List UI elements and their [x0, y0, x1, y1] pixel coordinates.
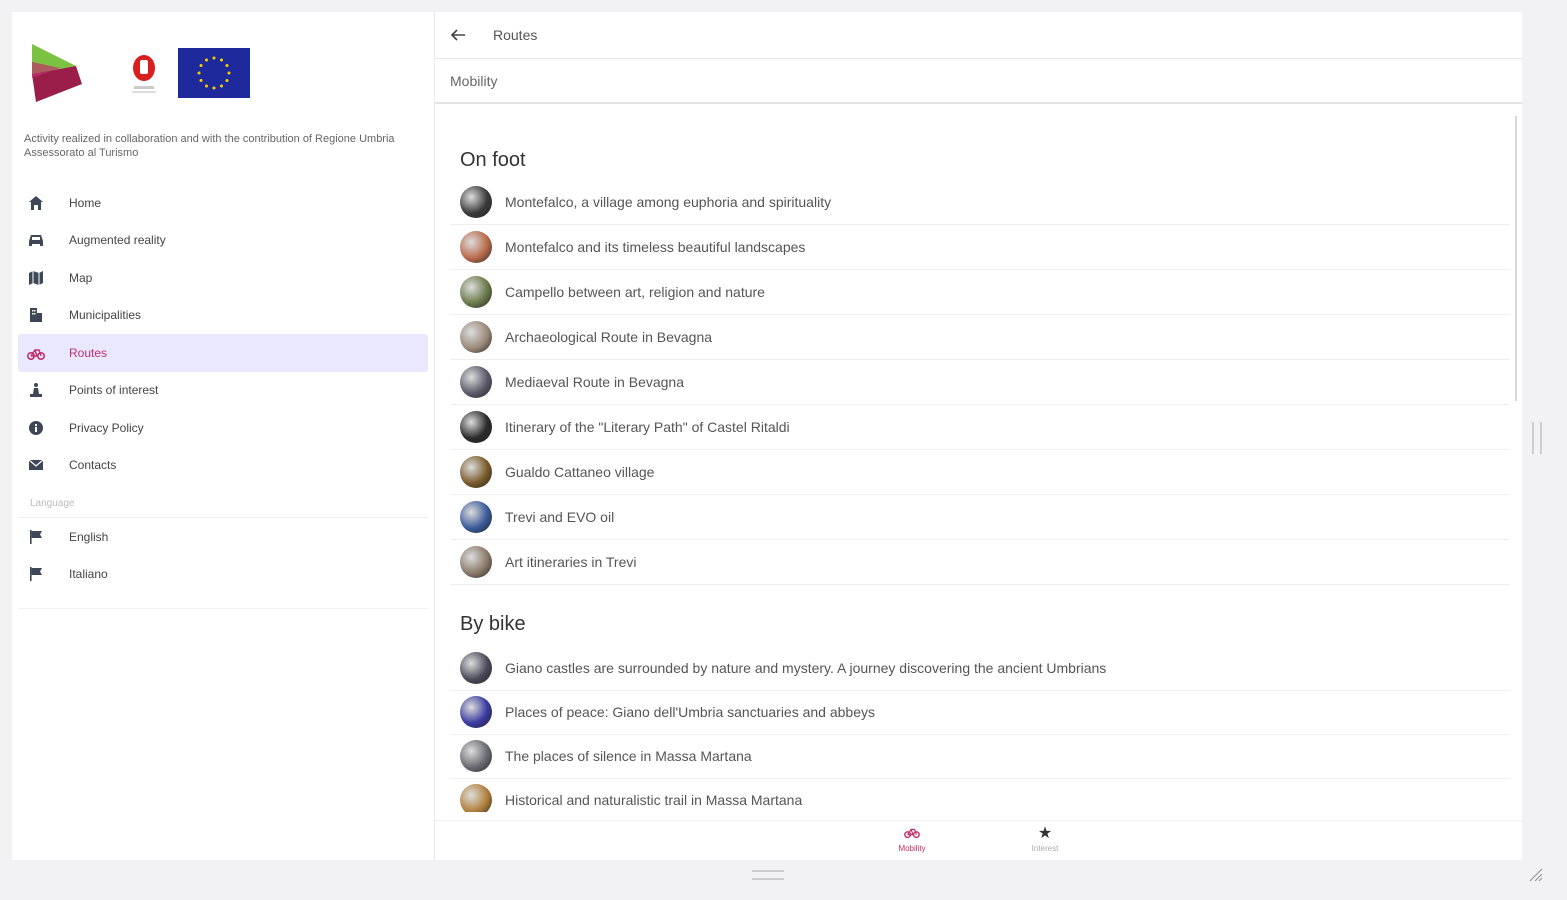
route-thumbnail	[460, 366, 492, 398]
sidebar-nav: Home Augmented reality Map Municipalitie…	[18, 184, 428, 484]
language-section-header: Language	[30, 498, 75, 509]
route-thumbnail	[460, 546, 492, 578]
route-thumbnail	[460, 784, 492, 812]
route-title: Places of peace: Giano dell'Umbria sanct…	[505, 704, 875, 720]
route-thumbnail	[460, 276, 492, 308]
sidebar-item-augmented-reality[interactable]: Augmented reality	[18, 222, 428, 260]
route-title: The places of silence in Massa Martana	[505, 748, 752, 764]
sidebar-item-municipalities[interactable]: Municipalities	[18, 297, 428, 335]
credit-text: Activity realized in collaboration and w…	[24, 133, 395, 159]
route-list-item[interactable]: Historical and naturalistic trail in Mas…	[450, 778, 1510, 812]
route-title: Gualdo Cattaneo village	[505, 464, 655, 480]
category-header: Mobility	[435, 59, 1522, 104]
bottom-tab-label: Interest	[1031, 844, 1059, 853]
sidebar-item-home[interactable]: Home	[18, 184, 428, 222]
route-thumbnail	[460, 321, 492, 353]
sidebar-item-points-of-interest[interactable]: Points of interest	[18, 372, 428, 410]
route-thumbnail	[460, 652, 492, 684]
back-arrow-icon[interactable]	[449, 26, 467, 44]
route-title: Montefalco and its timeless beautiful la…	[505, 239, 806, 255]
sidebar-item-label: Map	[69, 270, 93, 285]
sidebar-item-label: Routes	[69, 345, 108, 360]
route-thumbnail	[460, 411, 492, 443]
section-title-by-bike: By bike	[460, 613, 526, 635]
route-list-item[interactable]: Montefalco, a village among euphoria and…	[450, 180, 1510, 225]
bike-icon	[882, 825, 942, 843]
sidebar: Activity realized in collaboration and w…	[12, 12, 435, 860]
language-italiano[interactable]: Italiano	[18, 556, 428, 594]
route-title: Art itineraries in Trevi	[505, 554, 637, 570]
route-thumbnail	[460, 186, 492, 218]
route-list-item[interactable]: Gualdo Cattaneo village	[450, 450, 1510, 495]
app-bar: Routes	[435, 12, 1522, 59]
monument-icon	[26, 380, 46, 400]
sidebar-item-label: Contacts	[69, 458, 117, 473]
sidebar-item-label: Municipalities	[69, 308, 142, 323]
route-title: Montefalco, a village among euphoria and…	[505, 194, 832, 210]
sidebar-item-routes[interactable]: Routes	[18, 334, 428, 372]
sidebar-item-label: Augmented reality	[69, 233, 166, 248]
sidebar-item-contacts[interactable]: Contacts	[18, 447, 428, 485]
resize-grip-icon[interactable]	[1527, 866, 1543, 882]
route-title: Mediaeval Route in Bevagna	[505, 374, 685, 390]
section-title-on-foot: On foot	[460, 149, 526, 171]
route-list-item[interactable]: Art itineraries in Trevi	[450, 540, 1510, 585]
route-list-item[interactable]: Archaeological Route in Bevagna	[450, 315, 1510, 360]
route-list-item[interactable]: Trevi and EVO oil	[450, 495, 1510, 540]
route-thumbnail	[460, 501, 492, 533]
sidebar-item-privacy-policy[interactable]: Privacy Policy	[18, 409, 428, 447]
mail-icon	[26, 455, 46, 475]
bottom-navigation: Mobility ★ Interest	[435, 820, 1522, 861]
route-title: Giano castles are surrounded by nature a…	[505, 660, 1107, 676]
home-icon	[26, 193, 46, 213]
building-icon	[26, 305, 46, 325]
scrollbar[interactable]	[1515, 116, 1517, 401]
map-icon	[26, 268, 46, 288]
language-list: English Italiano	[18, 518, 428, 593]
route-thumbnail	[460, 696, 492, 728]
bottom-tab-interest[interactable]: ★ Interest	[1015, 825, 1075, 853]
category-title: Mobility	[450, 72, 498, 89]
brand-logo	[32, 44, 82, 102]
route-title: Historical and naturalistic trail in Mas…	[505, 792, 803, 808]
info-icon	[26, 418, 46, 438]
app-window: Activity realized in collaboration and w…	[12, 12, 1522, 860]
route-thumbnail	[460, 231, 492, 263]
sidebar-item-map[interactable]: Map	[18, 259, 428, 297]
route-list-item[interactable]: Giano castles are surrounded by nature a…	[450, 646, 1510, 691]
bike-icon	[26, 343, 46, 363]
language-label: Italiano	[69, 567, 108, 582]
flag-icon	[26, 564, 46, 584]
route-title: Itinerary of the "Literary Path" of Cast…	[505, 419, 790, 435]
sidebar-item-label: Home	[69, 195, 102, 210]
route-thumbnail	[460, 456, 492, 488]
sidebar-item-label: Points of interest	[69, 383, 159, 398]
bottom-tab-mobility[interactable]: Mobility	[882, 825, 942, 853]
route-title: Campello between art, religion and natur…	[505, 284, 765, 300]
bottom-tab-label: Mobility	[898, 844, 926, 853]
page-title: Routes	[493, 27, 538, 43]
route-list-item[interactable]: Places of peace: Giano dell'Umbria sanct…	[450, 690, 1510, 735]
routes-list: On foot Montefalco, a village among euph…	[435, 104, 1515, 812]
logos	[30, 44, 430, 104]
region-seal-logo	[132, 55, 156, 93]
language-label: English	[69, 529, 109, 544]
divider	[18, 608, 428, 609]
route-list-item[interactable]: Campello between art, religion and natur…	[450, 270, 1510, 315]
eu-flag-logo	[178, 48, 250, 98]
car-icon	[26, 230, 46, 250]
star-icon: ★	[1037, 825, 1053, 842]
vertical-resize-handle[interactable]	[1532, 422, 1542, 454]
route-list-item[interactable]: The places of silence in Massa Martana	[450, 734, 1510, 779]
sidebar-item-label: Privacy Policy	[69, 420, 144, 435]
route-title: Trevi and EVO oil	[505, 509, 615, 525]
route-list-item[interactable]: Montefalco and its timeless beautiful la…	[450, 225, 1510, 270]
route-list-item[interactable]: Mediaeval Route in Bevagna	[450, 360, 1510, 405]
route-title: Archaeological Route in Bevagna	[505, 329, 713, 345]
route-list-item[interactable]: Itinerary of the "Literary Path" of Cast…	[450, 405, 1510, 450]
flag-icon	[26, 527, 46, 547]
language-english[interactable]: English	[18, 518, 428, 556]
route-thumbnail	[460, 740, 492, 772]
horizontal-resize-handle[interactable]	[752, 870, 784, 880]
